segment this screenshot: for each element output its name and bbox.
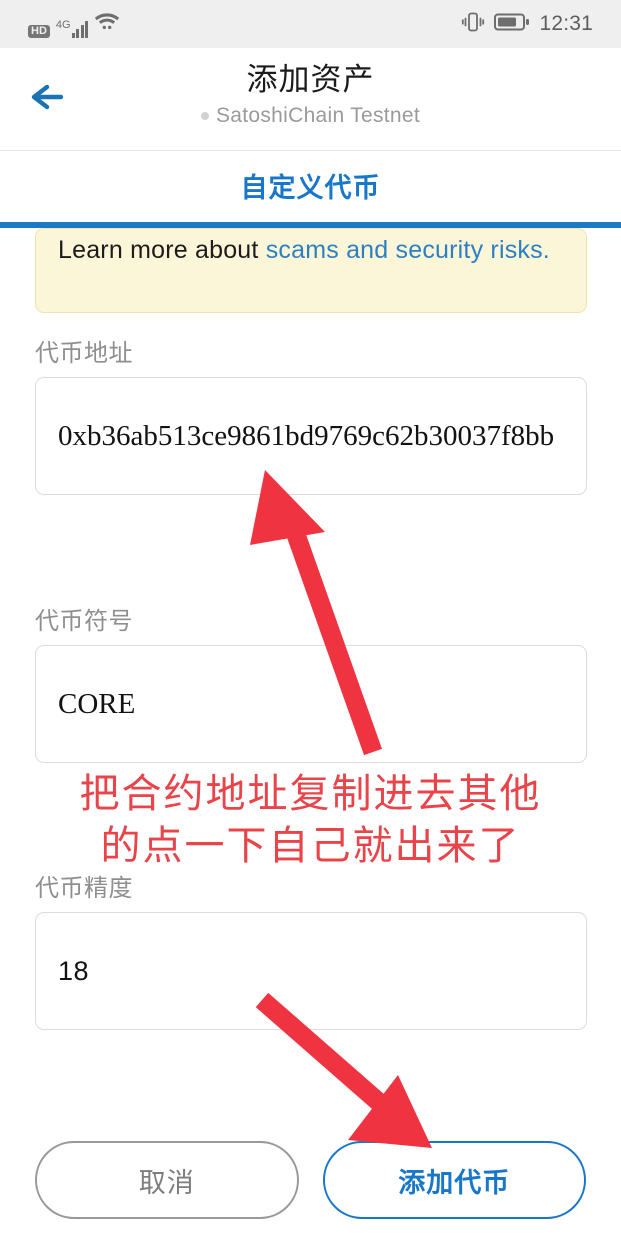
token-address-input[interactable]: 0xb36ab513ce9861bd9769c62b30037f8bb xyxy=(35,377,587,495)
token-symbol-label: 代币符号 xyxy=(35,608,133,635)
token-decimals-label: 代币精度 xyxy=(35,875,133,902)
token-symbol-input[interactable]: CORE xyxy=(35,645,587,763)
tab-custom-token[interactable]: 自定义代币 xyxy=(0,166,621,205)
app-header: 添加资产 SatoshiChain Testnet xyxy=(0,48,621,151)
form-scroll-area[interactable]: hijklmnopqrstuvwxyzghijklmnopqy Learn mo… xyxy=(0,228,621,1118)
red-annotation-text: 把合约地址复制进去其他 的点一下自己就出来了 xyxy=(0,768,621,872)
annotation-line-1: 把合约地址复制进去其他 xyxy=(79,772,542,816)
add-token-button[interactable]: 添加代币 xyxy=(322,1141,586,1219)
security-warning-banner: hijklmnopqrstuvwxyzghijklmnopqy Learn mo… xyxy=(35,228,587,313)
warning-text: hijklmnopqrstuvwxyzghijklmnopqy Learn mo… xyxy=(58,229,568,271)
status-bar: HD 4G 12:31 xyxy=(0,0,621,48)
scams-security-link[interactable]: scams and security risks. xyxy=(266,236,550,264)
battery-icon xyxy=(494,12,530,37)
token-address-value: 0xb36ab513ce9861bd9769c62b30037f8bb xyxy=(58,419,555,452)
warning-text-prefix: Learn more about xyxy=(58,236,266,264)
token-address-field: 代币地址 0xb36ab513ce9861bd9769c62b30037f8bb xyxy=(35,333,587,495)
wifi-icon xyxy=(94,11,120,36)
status-bar-left: HD 4G xyxy=(28,11,120,38)
annotation-line-2: 的点一下自己就出来了 xyxy=(100,824,521,868)
tab-bar: 自定义代币 xyxy=(0,152,621,228)
network-indicator: SatoshiChain Testnet xyxy=(0,104,621,128)
network-name-label: SatoshiChain Testnet xyxy=(215,104,421,127)
token-address-label: 代币地址 xyxy=(35,340,133,367)
token-symbol-value: CORE xyxy=(58,687,136,720)
cellular-signal-icon: 4G xyxy=(55,18,89,38)
network-type-label: 4G xyxy=(55,18,71,31)
page-title: 添加资产 xyxy=(246,62,375,97)
clock-label: 12:31 xyxy=(539,12,593,35)
header-title-block: 添加资产 SatoshiChain Testnet xyxy=(0,60,621,128)
vibrate-icon xyxy=(461,11,485,38)
cancel-button[interactable]: 取消 xyxy=(35,1141,299,1219)
action-bar: 取消 添加代币 xyxy=(0,1118,621,1242)
token-decimals-value: 18 xyxy=(58,955,90,986)
token-decimals-field: 代币精度 18 xyxy=(35,868,587,1030)
signal-bars-icon xyxy=(71,20,89,38)
network-status-dot-icon xyxy=(200,112,209,120)
hd-icon: HD xyxy=(28,24,50,38)
token-decimals-input[interactable]: 18 xyxy=(35,912,587,1030)
phone-screen: HD 4G 12:31 添加资产 SatoshiChain Testnet 自定… xyxy=(0,0,621,1242)
token-symbol-field: 代币符号 CORE xyxy=(35,601,587,763)
status-bar-right: 12:31 xyxy=(461,11,593,38)
